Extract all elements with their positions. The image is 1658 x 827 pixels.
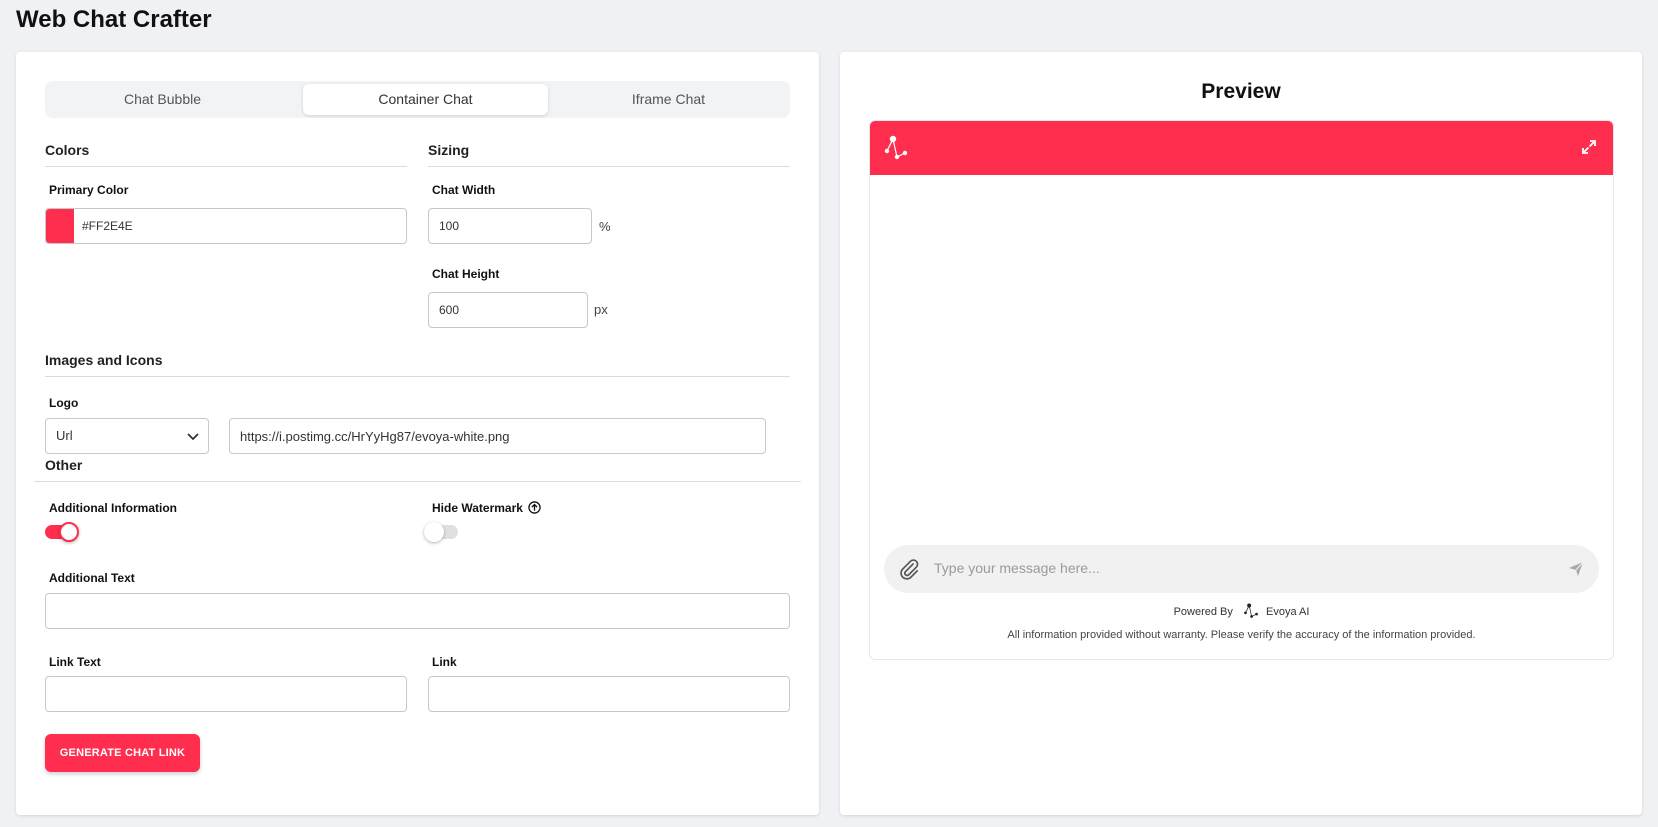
link-text-label: Link Text <box>49 655 101 669</box>
expand-icon[interactable] <box>1581 139 1597 155</box>
chat-width-input[interactable] <box>428 208 592 244</box>
chat-input-bar[interactable]: Type your message here... <box>884 545 1599 593</box>
images-section-title: Images and Icons <box>45 352 790 377</box>
hide-watermark-label: Hide Watermark <box>432 501 541 515</box>
primary-color-value: #FF2E4E <box>82 219 133 233</box>
tab-iframe-chat[interactable]: Iframe Chat <box>550 84 787 115</box>
chat-type-tabs: Chat Bubble Container Chat Iframe Chat <box>45 81 790 118</box>
chat-width-label: Chat Width <box>432 183 496 197</box>
colors-section-title: Colors <box>45 142 407 167</box>
chevron-down-icon <box>187 433 199 441</box>
other-section-title: Other <box>34 457 801 482</box>
link-label: Link <box>432 655 457 669</box>
app-title: Web Chat Crafter <box>16 6 212 33</box>
toggle-knob <box>59 522 79 542</box>
powered-by-text: Powered By <box>1173 606 1233 618</box>
additional-text-input[interactable] <box>45 593 790 629</box>
link-text-input[interactable] <box>45 676 407 712</box>
logo-source-select[interactable]: Url <box>45 418 209 454</box>
powered-by: Powered By Evoya AI <box>870 603 1613 619</box>
primary-color-swatch[interactable] <box>46 209 74 243</box>
additional-info-toggle[interactable] <box>45 522 79 542</box>
link-input[interactable] <box>428 676 790 712</box>
chat-header <box>870 121 1613 175</box>
sizing-section-title: Sizing <box>428 142 790 167</box>
generate-chat-link-button[interactable]: GENERATE CHAT LINK <box>45 734 200 772</box>
brand-name[interactable]: Evoya AI <box>1266 606 1309 618</box>
logo-label: Logo <box>49 396 79 410</box>
config-panel: Chat Bubble Container Chat Iframe Chat C… <box>16 52 819 815</box>
logo-source-value: Url <box>56 428 73 443</box>
upgrade-arrow-icon[interactable] <box>528 501 541 514</box>
paperclip-icon[interactable] <box>898 558 920 580</box>
chat-height-input[interactable] <box>428 292 588 328</box>
tab-container-chat[interactable]: Container Chat <box>303 84 548 115</box>
additional-text-label: Additional Text <box>49 571 135 585</box>
logo-icon <box>884 135 908 160</box>
logo-url-input[interactable] <box>229 418 766 454</box>
toggle-knob <box>424 522 444 542</box>
hide-watermark-toggle[interactable] <box>424 522 458 542</box>
chat-height-label: Chat Height <box>432 267 500 281</box>
primary-color-label: Primary Color <box>49 183 129 197</box>
chat-width-unit: % <box>599 219 611 234</box>
additional-info-label: Additional Information <box>49 501 177 515</box>
primary-color-field[interactable]: #FF2E4E <box>45 208 407 244</box>
disclaimer-text: All information provided without warrant… <box>1007 629 1476 641</box>
preview-panel: Preview Type your message here... Powere… <box>840 52 1642 815</box>
chat-input-placeholder: Type your message here... <box>934 560 1100 576</box>
tab-chat-bubble[interactable]: Chat Bubble <box>48 84 277 115</box>
chat-preview: Type your message here... Powered By Evo… <box>869 120 1614 660</box>
preview-title: Preview <box>1201 80 1281 103</box>
hide-watermark-text: Hide Watermark <box>432 501 523 515</box>
evoya-logo-icon <box>1244 603 1258 618</box>
send-icon[interactable] <box>1568 561 1584 577</box>
chat-height-unit: px <box>594 302 608 317</box>
